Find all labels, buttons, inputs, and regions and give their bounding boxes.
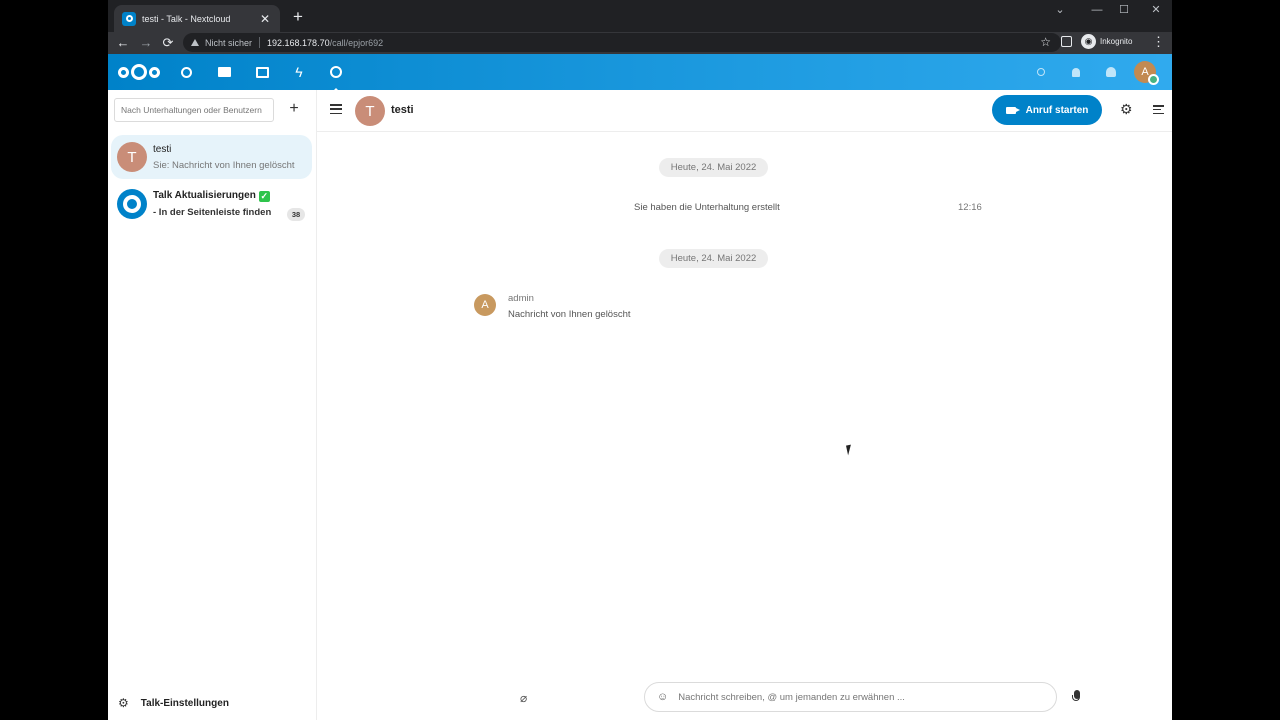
conversation-name: testi — [153, 143, 172, 155]
new-tab-button[interactable]: + — [288, 7, 308, 27]
chat-title: testi — [391, 104, 414, 116]
date-separator: Heute, 24. Mai 2022 — [659, 249, 768, 268]
menu-toggle-icon[interactable] — [330, 104, 342, 114]
incognito-icon: ◉ — [1081, 34, 1096, 49]
talk-settings-label: Talk-Einstellungen — [140, 697, 229, 709]
browser-window: testi - Talk - Nextcloud ✕ + ⌄ — ☐ ✕ ← →… — [108, 0, 1172, 720]
minimize-button[interactable]: — — [1087, 2, 1107, 18]
photos-icon[interactable] — [254, 64, 270, 80]
conversation-avatar: T — [117, 142, 147, 172]
security-label[interactable]: Nicht sicher — [205, 38, 252, 48]
dashboard-icon[interactable] — [178, 64, 194, 80]
forward-button[interactable]: → — [137, 34, 155, 52]
browser-toolbar: ← → ⟳ Nicht sicher 192.168.178.70 /call/… — [108, 32, 1172, 54]
online-status-icon — [1148, 74, 1159, 85]
address-bar[interactable]: Nicht sicher 192.168.178.70 /call/epjor6… — [183, 33, 1061, 52]
start-call-label: Anruf starten — [1025, 104, 1089, 116]
address-divider — [259, 37, 261, 48]
microphone-icon[interactable] — [1072, 690, 1080, 701]
notifications-icon[interactable] — [1068, 64, 1084, 80]
message-composer: ⌀ ☺ Nachricht schreiben, @ um jemanden z… — [317, 680, 1172, 720]
conversation-last-message: - In der Seitenleiste finden — [153, 207, 272, 218]
conversation-last-message: Sie: Nachricht von Ihnen gelöscht — [153, 159, 295, 171]
conversation-name: Talk Aktualisierungen — [153, 190, 256, 201]
tab-title: testi - Talk - Nextcloud — [142, 13, 231, 24]
close-tab-icon[interactable]: ✕ — [258, 12, 272, 26]
conversation-search-input[interactable]: Nach Unterhaltungen oder Benutzern — [114, 98, 274, 122]
incognito-label: Inkognito — [1100, 37, 1133, 46]
attachment-icon[interactable]: ⌀ — [520, 691, 527, 705]
mouse-cursor-icon — [846, 444, 853, 456]
unread-counter-badge: 38 — [287, 208, 305, 221]
warning-icon — [191, 39, 199, 46]
back-button[interactable]: ← — [114, 34, 132, 52]
files-icon[interactable] — [216, 64, 232, 80]
tab-strip: testi - Talk - Nextcloud ✕ + ⌄ — ☐ ✕ — [108, 0, 1172, 32]
contacts-icon[interactable] — [1103, 64, 1119, 80]
tab-search-icon[interactable]: ⌄ — [1050, 2, 1070, 18]
activity-icon[interactable]: ϟ — [291, 64, 307, 80]
close-window-button[interactable]: ✕ — [1146, 2, 1166, 18]
message-time: 12:16 — [958, 202, 982, 213]
chat-header: T testi Anruf starten ⚙ — [317, 90, 1172, 132]
search-icon[interactable] — [1033, 64, 1049, 80]
conversation-list: Nach Unterhaltungen oder Benutzern + T t… — [108, 90, 317, 720]
bookmark-star-icon[interactable]: ☆ — [1040, 35, 1051, 49]
browser-menu-icon[interactable]: ⋮ — [1152, 34, 1165, 50]
nextcloud-logo-icon[interactable] — [118, 64, 160, 80]
sidebar-toggle-icon[interactable] — [1153, 105, 1164, 114]
start-call-button[interactable]: Anruf starten — [992, 95, 1102, 125]
system-message: Sie haben die Unterhaltung erstellt — [634, 202, 780, 213]
message-input-placeholder: Nachricht schreiben, @ um jemanden zu er… — [678, 691, 905, 703]
incognito-indicator[interactable]: ◉ Inkognito — [1081, 34, 1132, 49]
url-host: 192.168.178.70 — [267, 37, 330, 48]
message-body: Nachricht von Ihnen gelöscht — [508, 309, 631, 320]
nextcloud-talk-favicon-icon — [122, 11, 136, 26]
message-author-avatar[interactable]: A — [474, 294, 496, 316]
chat-avatar[interactable]: T — [355, 96, 385, 126]
new-conversation-button[interactable]: + — [284, 98, 304, 122]
browser-tab[interactable]: testi - Talk - Nextcloud ✕ — [114, 5, 280, 32]
emoji-icon[interactable]: ☺ — [657, 691, 668, 703]
conversation-settings-icon[interactable]: ⚙ — [1120, 101, 1133, 118]
conversation-item-testi[interactable]: T testi Sie: Nachricht von Ihnen gelösch… — [111, 135, 312, 179]
video-camera-icon — [1005, 106, 1020, 114]
date-separator: Heute, 24. Mai 2022 — [659, 158, 768, 177]
talk-icon[interactable] — [328, 64, 344, 92]
side-panel-icon[interactable] — [1061, 36, 1072, 47]
gear-icon: ⚙ — [118, 696, 129, 710]
message-input[interactable]: ☺ Nachricht schreiben, @ um jemanden zu … — [644, 682, 1057, 712]
maximize-button[interactable]: ☐ — [1114, 2, 1134, 18]
nextcloud-header: ϟ A — [108, 54, 1172, 92]
conversation-name-line: Talk Aktualisierungen ✓ — [153, 190, 303, 202]
url-path: /call/epjor692 — [329, 37, 384, 48]
reload-button[interactable]: ⟳ — [159, 34, 177, 52]
talk-settings-button[interactable]: ⚙ Talk-Einstellungen — [118, 696, 229, 710]
talk-updates-avatar-icon — [117, 189, 147, 219]
checkmark-icon: ✓ — [258, 191, 270, 202]
conversation-item-talk-updates[interactable]: Talk Aktualisierungen ✓ - In der Seitenle… — [111, 182, 312, 226]
message-author: admin — [508, 293, 534, 304]
chat-view: T testi Anruf starten ⚙ Heute, 24. Mai 2… — [317, 90, 1172, 720]
